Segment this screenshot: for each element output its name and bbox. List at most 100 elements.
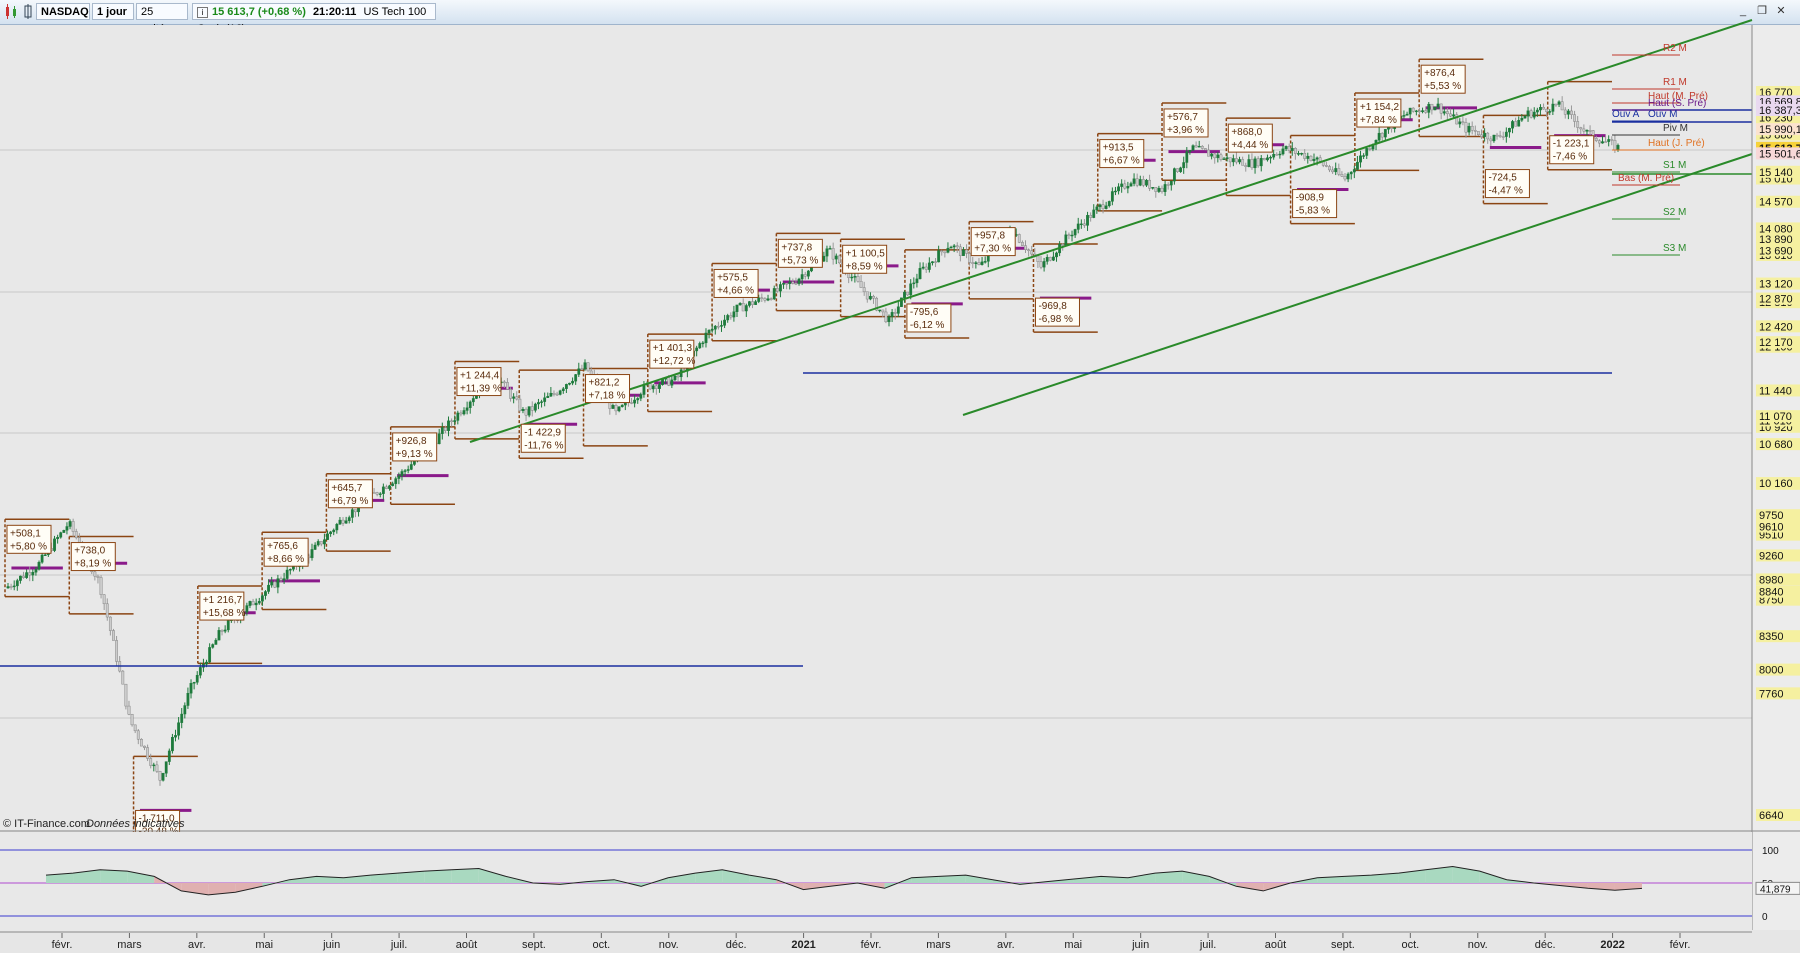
candle-body	[1597, 140, 1601, 144]
candle-body	[338, 519, 342, 525]
candle-body	[1179, 167, 1183, 172]
candle-body	[1315, 157, 1319, 160]
annotation-percent: +5,80 %	[10, 541, 47, 552]
candle-body	[806, 270, 810, 277]
candle-body	[456, 412, 460, 421]
candle-body	[279, 578, 283, 581]
candle-body	[1207, 149, 1210, 157]
x-tick-label: juin	[1131, 939, 1149, 951]
y-tick-label: 12 870	[1759, 294, 1793, 306]
candle-body	[1284, 146, 1288, 150]
candle-body	[1123, 183, 1127, 189]
candle-body	[1579, 127, 1583, 130]
candle-body	[1501, 136, 1505, 138]
annotation-change: +1 154,2	[1360, 102, 1400, 113]
candle-body	[1204, 148, 1207, 151]
candle-body	[1442, 111, 1446, 114]
candle-body	[583, 362, 587, 370]
candle-body	[785, 283, 789, 285]
candle-body	[108, 616, 112, 631]
candle-body	[651, 385, 655, 390]
candle-body	[1194, 145, 1198, 148]
candle-body	[825, 248, 829, 257]
candle-body	[391, 483, 395, 486]
candle-body	[1328, 166, 1331, 171]
x-tick-label: août	[1265, 939, 1286, 951]
price-chart[interactable]: +508,1+5,80 % +738,0+8,19 %-1 711,0-20,48…	[0, 0, 1800, 953]
candle-body	[958, 246, 962, 256]
candle-body	[555, 393, 559, 396]
candle-body	[1039, 261, 1043, 268]
candle-body	[1275, 154, 1279, 156]
y-tick-label: 9260	[1759, 550, 1783, 562]
candle-body	[751, 301, 754, 305]
candle-body	[723, 319, 726, 326]
candle-body	[1365, 148, 1369, 156]
candle-body	[1086, 215, 1089, 226]
price-tag-label: 15 990,1	[1759, 124, 1800, 136]
annotation-change: -969,8	[1038, 301, 1067, 312]
candle-body	[149, 758, 153, 766]
candle-body	[105, 603, 109, 618]
candle-body	[1076, 223, 1080, 230]
annotation-change: +738,0	[74, 546, 105, 557]
candle-body	[1166, 184, 1170, 186]
candle-body	[506, 382, 509, 390]
candle-body	[834, 255, 838, 260]
candle-body	[9, 586, 13, 588]
candle-body	[754, 301, 758, 305]
candle-body	[381, 486, 385, 494]
candle-body	[1027, 249, 1030, 251]
candle-body	[1083, 223, 1086, 226]
candle-body	[1511, 121, 1514, 129]
x-tick-label: févr.	[52, 939, 73, 951]
y-tick-label: 11 440	[1759, 385, 1792, 397]
candle-body	[1191, 145, 1195, 151]
level-label: Haut (S. Pré)	[1648, 98, 1706, 109]
candle-body	[1293, 148, 1297, 154]
candle-body	[943, 251, 947, 254]
candle-body	[1052, 256, 1055, 261]
candle-body	[1017, 234, 1021, 243]
candle-body	[56, 537, 60, 540]
candle-body	[1557, 101, 1561, 105]
candle-body	[1266, 157, 1269, 161]
candle-body	[921, 266, 925, 269]
x-tick-label: nov.	[1468, 939, 1488, 951]
candle-body	[1107, 201, 1111, 207]
candle-body	[853, 276, 857, 278]
level-label: R1 M	[1663, 77, 1687, 88]
candle-body	[406, 469, 410, 471]
candle-body	[732, 311, 736, 318]
candle-body	[1418, 110, 1421, 113]
candle-body	[540, 401, 543, 403]
candle-body	[15, 580, 19, 587]
candle-body	[971, 262, 975, 264]
x-tick-label: oct.	[592, 939, 610, 951]
annotation-percent: +6,79 %	[331, 496, 368, 507]
candle-body	[558, 390, 562, 395]
candle-body	[1269, 156, 1272, 159]
level-label: S2 M	[1663, 207, 1686, 218]
candle-body	[1141, 179, 1145, 186]
candle-body	[62, 530, 66, 533]
candle-body	[124, 683, 128, 707]
candle-body	[983, 261, 987, 263]
annotation-percent: +4,66 %	[717, 285, 754, 296]
candle-body	[1110, 191, 1114, 202]
candle-body	[661, 378, 664, 385]
candle-body	[952, 245, 956, 248]
candle-body	[288, 569, 292, 571]
y-tick-label: 8980	[1759, 574, 1783, 586]
candle-body	[515, 396, 519, 400]
candle-body	[1176, 168, 1179, 172]
candle-body	[1104, 205, 1108, 209]
rsi-fill	[100, 869, 128, 883]
candle-body	[763, 298, 767, 301]
annotation-change: +765,6	[267, 541, 298, 552]
candle-body	[1613, 140, 1617, 151]
candle-body	[673, 375, 677, 381]
candle-body	[158, 771, 162, 781]
candle-body	[1349, 171, 1353, 175]
candle-body	[1135, 178, 1139, 186]
